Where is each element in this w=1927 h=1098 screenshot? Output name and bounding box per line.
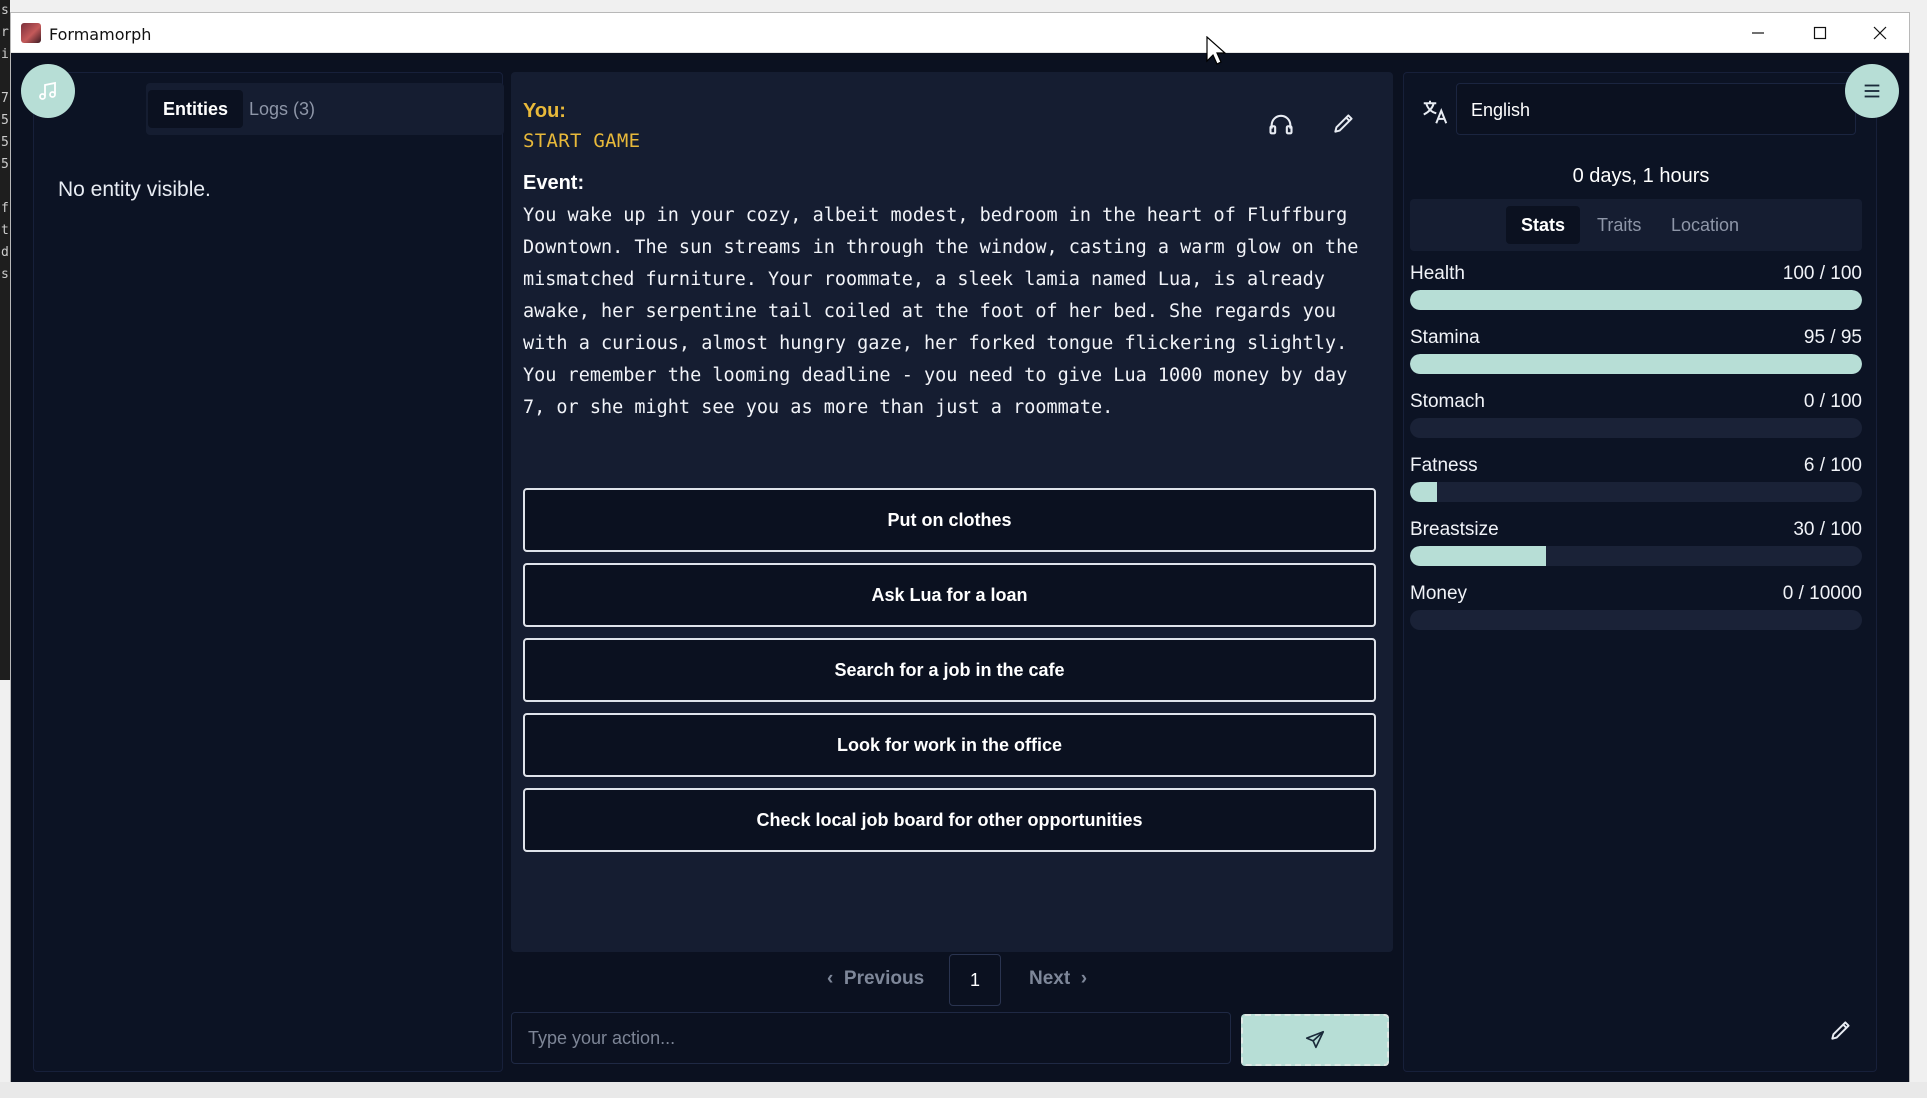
stat-row: Fatness 6 / 100 (1410, 455, 1862, 519)
next-page-button[interactable]: Next › (1029, 968, 1087, 990)
menu-icon (1864, 84, 1880, 98)
stat-value: 6 / 100 (1803, 455, 1862, 476)
app-window: Formamorph Entities Logs (3) No entity v… (10, 12, 1910, 1082)
event-label: Event: (523, 172, 585, 194)
mouse-cursor-icon (1206, 36, 1226, 65)
send-icon (1305, 1030, 1325, 1049)
choice-button[interactable]: Look for work in the office (523, 713, 1376, 777)
window-title: Formamorph (49, 25, 152, 44)
stat-value: 0 / 100 (1803, 391, 1862, 412)
stat-bar-fill (1410, 290, 1862, 310)
app-logo-icon (21, 23, 41, 43)
stats-list: Health 100 / 100 Stamina 95 / 95 Stomach… (1410, 263, 1862, 647)
stat-row: Health 100 / 100 (1410, 263, 1862, 327)
close-button[interactable] (1849, 13, 1911, 53)
stat-row: Breastsize 30 / 100 (1410, 519, 1862, 583)
chevron-right-icon: › (1080, 968, 1088, 989)
stat-bar (1410, 610, 1862, 630)
stat-bar (1410, 290, 1862, 310)
stat-name: Stamina (1410, 327, 1480, 348)
stats-panel: English 0 days, 1 hours Stats Traits Loc… (1403, 72, 1877, 1072)
stat-value: 100 / 100 (1782, 263, 1862, 284)
stat-bar-fill (1410, 546, 1546, 566)
stat-name: Health (1410, 263, 1465, 284)
game-time: 0 days, 1 hours (1572, 165, 1710, 187)
choice-button[interactable]: Put on clothes (523, 488, 1376, 552)
stat-name: Money (1410, 583, 1468, 604)
choice-button[interactable]: Search for a job in the cafe (523, 638, 1376, 702)
stat-value: 30 / 100 (1793, 519, 1862, 540)
right-tabbar: Stats Traits Location (1410, 199, 1862, 251)
maximize-icon (1813, 26, 1827, 40)
tab-location[interactable]: Location (1656, 206, 1754, 244)
tab-traits[interactable]: Traits (1582, 206, 1656, 244)
empty-entities-text: No entity visible. (58, 178, 211, 201)
stat-row: Stamina 95 / 95 (1410, 327, 1862, 391)
edit-stats-pencil-icon[interactable] (1828, 1017, 1854, 1043)
action-input[interactable] (511, 1012, 1231, 1064)
you-label: You: (523, 100, 566, 122)
previous-page-button[interactable]: ‹ Previous (827, 968, 924, 990)
event-text: You wake up in your cozy, albeit modest,… (523, 205, 1359, 418)
stat-bar-fill (1410, 354, 1862, 374)
music-button[interactable] (21, 64, 75, 118)
tab-entities[interactable]: Entities (148, 90, 244, 128)
send-button[interactable] (1241, 1014, 1389, 1066)
minimize-icon (1752, 32, 1764, 34)
tab-logs[interactable]: Logs (3) (234, 90, 330, 128)
desktop-bottom-strip (0, 1082, 1927, 1098)
maximize-button[interactable] (1789, 13, 1851, 53)
choice-list: Put on clothes Ask Lua for a loan Search… (523, 488, 1376, 863)
menu-button[interactable] (1845, 64, 1899, 118)
you-action-text: START GAME (523, 130, 641, 152)
app-content: Entities Logs (3) No entity visible. You… (11, 54, 1909, 1082)
translate-icon (1423, 100, 1448, 124)
stat-row: Stomach 0 / 100 (1410, 391, 1862, 455)
title-bar: Formamorph (11, 13, 1909, 53)
next-label: Next (1029, 968, 1071, 989)
stat-bar (1410, 546, 1862, 566)
left-tabbar: Entities Logs (3) (146, 83, 504, 135)
stat-value: 95 / 95 (1803, 327, 1862, 348)
tab-stats[interactable]: Stats (1506, 206, 1581, 244)
headphones-icon[interactable] (1267, 110, 1295, 138)
minimize-button[interactable] (1727, 13, 1789, 53)
stat-bar (1410, 354, 1862, 374)
story-panel: You: START GAME Event: You wake up in yo… (511, 72, 1393, 952)
choice-button[interactable]: Ask Lua for a loan (523, 563, 1376, 627)
stat-bar (1410, 418, 1862, 438)
background-terminal-strip: sri 7555 ftds (0, 0, 10, 680)
previous-label: Previous (843, 968, 925, 989)
stat-bar-fill (1410, 482, 1438, 502)
stat-name: Breastsize (1410, 519, 1499, 540)
music-icon (39, 81, 56, 100)
language-select[interactable]: English (1456, 83, 1856, 135)
stat-name: Stomach (1410, 391, 1485, 412)
stat-row: Money 0 / 10000 (1410, 583, 1862, 647)
current-page[interactable]: 1 (949, 954, 1001, 1006)
pagination: ‹ Previous 1 Next › (511, 950, 1393, 1010)
choice-button[interactable]: Check local job board for other opportun… (523, 788, 1376, 852)
stat-bar (1410, 482, 1862, 502)
stat-value: 0 / 10000 (1782, 583, 1862, 604)
close-icon (1873, 26, 1887, 40)
stat-name: Fatness (1410, 455, 1478, 476)
entities-panel: Entities Logs (3) No entity visible. (33, 72, 504, 1072)
chevron-left-icon: ‹ (827, 968, 834, 989)
edit-pencil-icon[interactable] (1331, 110, 1357, 136)
